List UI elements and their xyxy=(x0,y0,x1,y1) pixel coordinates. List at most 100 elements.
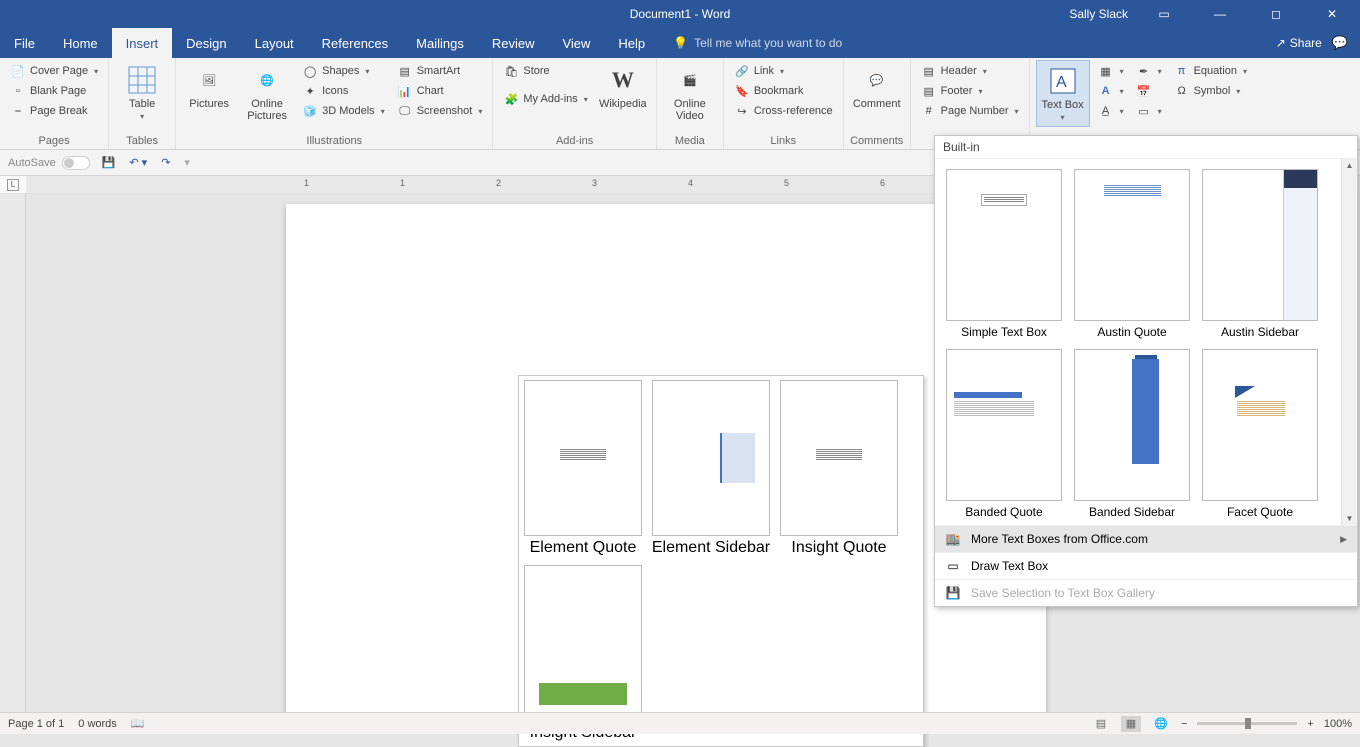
wordart-button[interactable]: A xyxy=(1094,82,1128,100)
gallery-label: Austin Sidebar xyxy=(1221,325,1299,339)
redo-button[interactable]: ↷ xyxy=(159,154,172,171)
gallery-item-austin-sidebar[interactable]: Austin Sidebar xyxy=(1201,169,1319,339)
smartart-icon: ▤ xyxy=(397,63,413,79)
qat-customize[interactable]: ▾ xyxy=(182,154,192,171)
page-status[interactable]: Page 1 of 1 xyxy=(8,718,64,730)
ruler-vertical[interactable] xyxy=(0,194,26,734)
gallery-label: Banded Quote xyxy=(965,505,1042,519)
tab-view[interactable]: View xyxy=(548,28,604,58)
tab-review[interactable]: Review xyxy=(478,28,549,58)
pagenumber-button[interactable]: #Page Number xyxy=(917,102,1023,120)
proofing-icon[interactable]: 📖 xyxy=(131,717,145,730)
blank-page-button[interactable]: ▫Blank Page xyxy=(6,82,102,100)
textbox-button[interactable]: A Text Box ▾ xyxy=(1036,60,1090,127)
screenshot-button[interactable]: 🖵Screenshot xyxy=(393,102,487,120)
wordart-icon: A xyxy=(1098,83,1114,99)
dropcap-button[interactable]: A̲ xyxy=(1094,102,1128,120)
gallery-item-banded-quote[interactable]: Banded Quote xyxy=(945,349,1063,519)
web-layout-button[interactable]: 🌐 xyxy=(1151,716,1171,732)
gallery-label: Banded Sidebar xyxy=(1089,505,1175,519)
gallery-item-austin-quote[interactable]: Austin Quote xyxy=(1073,169,1191,339)
draw-textbox-item[interactable]: ▭ Draw Text Box xyxy=(935,552,1357,579)
gallery-item-insight-quote[interactable]: Insight Quote xyxy=(779,380,899,557)
datetime-button[interactable]: 📅 xyxy=(1132,82,1166,100)
signature-button[interactable]: ✒ xyxy=(1132,62,1166,80)
group-links: 🔗Link 🔖Bookmark ↪Cross-reference Links xyxy=(724,58,844,149)
comment-button[interactable]: 💬Comment xyxy=(850,60,904,114)
print-layout-button[interactable]: ▦ xyxy=(1121,716,1141,732)
smartart-button[interactable]: ▤SmartArt xyxy=(393,62,487,80)
header-button[interactable]: ▤Header xyxy=(917,62,1023,80)
tab-home[interactable]: Home xyxy=(49,28,112,58)
link-icon: 🔗 xyxy=(734,63,750,79)
crossref-button[interactable]: ↪Cross-reference xyxy=(730,102,837,120)
gallery-item-element-quote[interactable]: Element Quote xyxy=(523,380,643,557)
zoom-in-button[interactable]: + xyxy=(1307,718,1313,730)
wikipedia-button[interactable]: WWikipedia xyxy=(596,60,650,114)
tell-me[interactable]: 💡 Tell me what you want to do xyxy=(659,28,842,58)
tab-help[interactable]: Help xyxy=(604,28,659,58)
word-count[interactable]: 0 words xyxy=(78,718,117,730)
my-addins-button[interactable]: 🧩My Add-ins xyxy=(499,90,591,108)
cover-page-button[interactable]: 📄Cover Page xyxy=(6,62,102,80)
chart-label: Chart xyxy=(417,85,444,97)
gallery-item-simple-text-box[interactable]: Simple Text Box xyxy=(945,169,1063,339)
tab-selector[interactable]: L xyxy=(7,179,19,191)
share-button[interactable]: ↗ Share xyxy=(1276,36,1322,50)
tab-design[interactable]: Design xyxy=(172,28,240,58)
thumb xyxy=(946,349,1062,501)
comments-pane-icon[interactable]: 💬 xyxy=(1332,35,1348,51)
chart-button[interactable]: 📊Chart xyxy=(393,82,487,100)
scroll-down-icon[interactable]: ▼ xyxy=(1346,512,1354,525)
minimize-button[interactable]: ― xyxy=(1200,0,1240,28)
online-pictures-button[interactable]: 🌐Online Pictures xyxy=(240,60,294,126)
save-selection-label: Save Selection to Text Box Gallery xyxy=(971,586,1155,600)
link-button[interactable]: 🔗Link xyxy=(730,62,837,80)
gallery-item-facet-quote[interactable]: Facet Quote xyxy=(1201,349,1319,519)
zoom-out-button[interactable]: − xyxy=(1181,718,1187,730)
shapes-button[interactable]: ◯Shapes xyxy=(298,62,389,80)
read-mode-button[interactable]: ▤ xyxy=(1091,716,1111,732)
scroll-up-icon[interactable]: ▲ xyxy=(1346,159,1354,172)
gallery-item-element-sidebar[interactable]: Element Sidebar xyxy=(651,380,771,557)
symbol-button[interactable]: ΩSymbol xyxy=(1170,82,1251,100)
group-illustrations-label: Illustrations xyxy=(182,133,486,149)
close-button[interactable]: ✕ xyxy=(1312,0,1352,28)
thumb-element-quote xyxy=(524,380,642,536)
maximize-button[interactable]: ◻ xyxy=(1256,0,1296,28)
signature-icon: ✒ xyxy=(1136,63,1152,79)
bookmark-button[interactable]: 🔖Bookmark xyxy=(730,82,837,100)
icons-button[interactable]: ✦Icons xyxy=(298,82,389,100)
undo-button[interactable]: ↶ ▾ xyxy=(127,154,149,171)
zoom-level[interactable]: 100% xyxy=(1324,718,1352,730)
save-button[interactable]: 💾 xyxy=(100,154,118,171)
group-addins-label: Add-ins xyxy=(499,133,649,149)
online-video-button[interactable]: 🎬Online Video xyxy=(663,60,717,126)
quickparts-button[interactable]: ▦ xyxy=(1094,62,1128,80)
footer-button[interactable]: ▤Footer xyxy=(917,82,1023,100)
gallery-item-banded-sidebar[interactable]: Banded Sidebar xyxy=(1073,349,1191,519)
pictures-button[interactable]: 🖼Pictures xyxy=(182,60,236,114)
store-button[interactable]: 🛍Store xyxy=(499,62,591,80)
gallery-scrollbar[interactable]: ▲▼ xyxy=(1341,159,1357,525)
models-button[interactable]: 🧊 3D Models xyxy=(298,102,389,120)
object-button[interactable]: ▭ xyxy=(1132,102,1166,120)
tab-file[interactable]: File xyxy=(0,28,49,58)
autosave-toggle[interactable]: AutoSave xyxy=(8,156,90,170)
tab-references[interactable]: References xyxy=(308,28,402,58)
user-name[interactable]: Sally Slack xyxy=(1069,7,1128,21)
equation-button[interactable]: πEquation xyxy=(1170,62,1251,80)
models-icon: 🧊 xyxy=(302,103,318,119)
zoom-slider[interactable] xyxy=(1197,722,1297,725)
page-break-button[interactable]: ⎯Page Break xyxy=(6,102,102,120)
ribbon-display-icon[interactable]: ▭ xyxy=(1144,0,1184,28)
tab-layout[interactable]: Layout xyxy=(241,28,308,58)
online-pictures-label: Online Pictures xyxy=(242,98,292,122)
group-pages: 📄Cover Page ▫Blank Page ⎯Page Break Page… xyxy=(0,58,109,149)
more-textboxes-item[interactable]: 🏬 More Text Boxes from Office.com ▶ xyxy=(935,525,1357,552)
equation-icon: π xyxy=(1174,63,1190,79)
tab-insert[interactable]: Insert xyxy=(112,28,173,58)
tab-mailings[interactable]: Mailings xyxy=(402,28,478,58)
models-label: 3D Models xyxy=(322,105,375,117)
table-button[interactable]: Table ▾ xyxy=(115,60,169,125)
